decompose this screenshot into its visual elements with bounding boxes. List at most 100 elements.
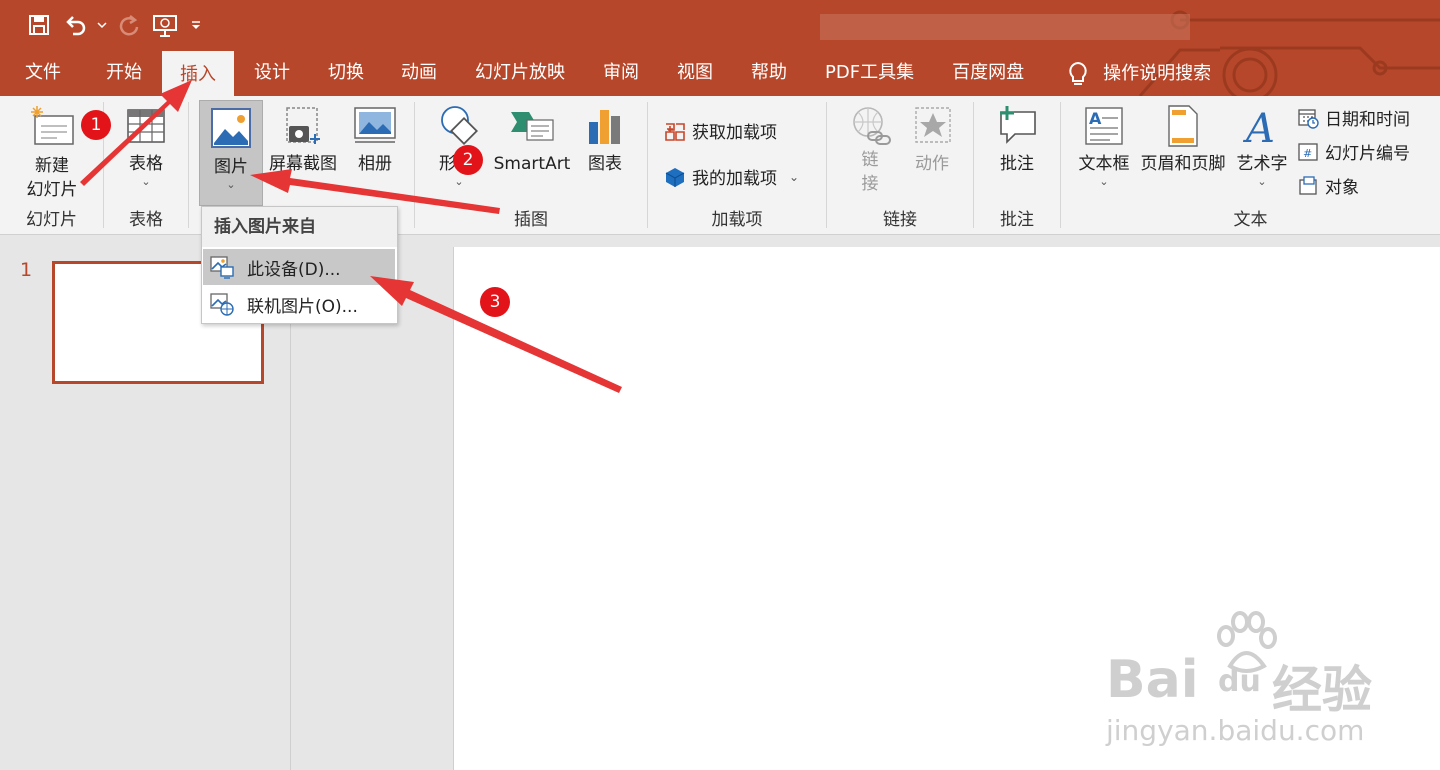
- online-pictures-icon: [210, 293, 234, 316]
- dropdown-header: 插入图片来自: [202, 207, 397, 247]
- group-tables: 表格 ⌄ 表格: [104, 96, 188, 234]
- shapes-icon: [441, 106, 479, 146]
- smartart-icon: [511, 112, 554, 141]
- watermark-brand-du: du: [1218, 664, 1261, 699]
- svg-text:A: A: [1089, 109, 1102, 128]
- tab-help[interactable]: 帮助: [732, 51, 806, 96]
- photo-album-label: 相册: [358, 154, 392, 174]
- object-label: 对象: [1325, 178, 1359, 198]
- textbox-button[interactable]: A 文本框 ⌄: [1073, 104, 1135, 204]
- group-label-slides: 幻灯片: [26, 210, 77, 230]
- save-icon[interactable]: [24, 10, 54, 40]
- undo-dropdown-chevron-icon[interactable]: [96, 10, 108, 40]
- step-badge-1: 1: [81, 110, 111, 140]
- comment-button[interactable]: 批注: [988, 104, 1046, 204]
- textbox-icon: A: [1085, 107, 1123, 145]
- tell-me-label: 操作说明搜索: [1103, 62, 1212, 84]
- header-footer-button[interactable]: 页眉和页脚: [1137, 104, 1229, 204]
- link-button[interactable]: 链 接: [841, 104, 899, 204]
- group-label-tables: 表格: [129, 210, 163, 230]
- picture-icon: [211, 108, 251, 148]
- screenshot-button[interactable]: 屏幕截图 ⌄: [265, 104, 341, 204]
- redo-icon[interactable]: [114, 10, 144, 40]
- chart-icon: [589, 110, 620, 144]
- tab-review[interactable]: 审阅: [584, 51, 658, 96]
- action-label: 动作: [915, 154, 949, 174]
- link-label-line2: 接: [861, 174, 879, 194]
- my-addins-button[interactable]: 我的加载项 ⌄: [664, 164, 799, 189]
- tab-insert[interactable]: 插入: [162, 51, 234, 96]
- quick-access-toolbar: [24, 10, 212, 40]
- tab-home[interactable]: 开始: [86, 51, 162, 96]
- slide-number: 1: [20, 259, 33, 281]
- group-illustrations: 形 ⌄ SmartArt 图表 插图: [415, 96, 647, 234]
- comment-icon: [1000, 106, 1036, 144]
- this-device-label: 此设备(D)...: [247, 259, 341, 280]
- get-addins-icon: [665, 122, 685, 141]
- wordart-icon: A: [1242, 106, 1275, 152]
- table-button[interactable]: 表格 ⌄: [116, 104, 176, 204]
- tab-design[interactable]: 设计: [234, 51, 310, 96]
- action-button[interactable]: 动作: [903, 104, 961, 204]
- link-label-line1: 链: [861, 150, 879, 170]
- pictures-label: 图片: [214, 157, 248, 177]
- photo-album-icon: [354, 107, 396, 143]
- group-label-text: 文本: [1233, 210, 1268, 230]
- get-addins-button[interactable]: 获取加载项: [664, 118, 777, 143]
- insert-from-this-device[interactable]: 此设备(D)...: [203, 249, 395, 285]
- watermark-brand: Bai: [1106, 650, 1199, 710]
- link-icon: [853, 107, 891, 145]
- step-badge-3: 3: [480, 287, 510, 317]
- new-slide-label-line2: 幻灯片: [26, 180, 78, 200]
- tab-file[interactable]: 文件: [0, 51, 86, 96]
- object-button[interactable]: 对象: [1297, 173, 1359, 198]
- chevron-down-icon: ⌄: [1257, 175, 1267, 188]
- table-icon: [127, 109, 165, 143]
- table-label: 表格: [129, 154, 163, 174]
- insert-online-pictures[interactable]: 联机图片(O)...: [203, 286, 395, 322]
- new-slide-label-line1: 新建: [35, 156, 69, 176]
- chevron-down-icon: ⌄: [789, 169, 800, 184]
- slide-number-label: 幻灯片编号: [1325, 144, 1410, 164]
- watermark-url: jingyan.baidu.com: [1106, 714, 1365, 747]
- group-links: 链 接 动作 链接: [827, 96, 973, 234]
- customize-qat-icon[interactable]: [186, 10, 206, 40]
- chevron-down-icon: ⌄: [454, 175, 464, 188]
- undo-icon[interactable]: [60, 10, 90, 40]
- pictures-button[interactable]: 图片 ⌄: [199, 100, 263, 206]
- my-addins-icon: [665, 167, 685, 187]
- chart-button[interactable]: 图表: [577, 104, 633, 204]
- header-footer-label: 页眉和页脚: [1140, 154, 1226, 174]
- chevron-down-icon: ⌄: [141, 175, 151, 188]
- slide-number-button[interactable]: # 幻灯片编号: [1297, 139, 1410, 164]
- new-slide-icon: [31, 106, 74, 145]
- tab-transitions[interactable]: 切换: [310, 51, 382, 96]
- datetime-button[interactable]: 日期和时间: [1297, 105, 1410, 130]
- group-label-links: 链接: [883, 210, 917, 230]
- watermark-jingyan: 经验: [1272, 661, 1372, 719]
- group-label-comments: 批注: [1000, 210, 1034, 230]
- tab-baidu-netdisk[interactable]: 百度网盘: [933, 51, 1043, 96]
- tab-view[interactable]: 视图: [658, 51, 732, 96]
- tab-pdf-tools[interactable]: PDF工具集: [806, 51, 933, 96]
- document-title-blurred: [820, 14, 1190, 40]
- calendar-icon: [1298, 108, 1319, 129]
- tell-me-search[interactable]: 操作说明搜索: [1043, 51, 1225, 96]
- group-label-addins: 加载项: [711, 210, 763, 230]
- my-addins-label: 我的加载项: [692, 169, 777, 189]
- ribbon-tabs: 文件 开始 插入 设计 切换 动画 幻灯片放映 审阅 视图 帮助 PDF工具集 …: [0, 51, 1225, 96]
- group-label-illustrations: 插图: [514, 210, 548, 230]
- group-addins: 获取加载项 我的加载项 ⌄ 加载项: [648, 96, 826, 234]
- object-icon: [1299, 175, 1317, 195]
- textbox-label: 文本框: [1078, 154, 1130, 174]
- photo-album-button[interactable]: 相册: [345, 104, 405, 204]
- datetime-label: 日期和时间: [1325, 110, 1410, 130]
- tab-animations[interactable]: 动画: [382, 51, 456, 96]
- wordart-button[interactable]: A 艺术字 ⌄: [1231, 104, 1293, 204]
- chevron-down-icon: ⌄: [226, 178, 236, 191]
- tab-slideshow[interactable]: 幻灯片放映: [456, 51, 584, 96]
- baidu-jingyan-watermark: Bai du 经验 jingyan.baidu.com: [1100, 610, 1430, 760]
- present-from-start-icon[interactable]: [150, 10, 180, 40]
- smartart-button[interactable]: SmartArt: [489, 104, 575, 204]
- this-device-icon: [210, 256, 234, 279]
